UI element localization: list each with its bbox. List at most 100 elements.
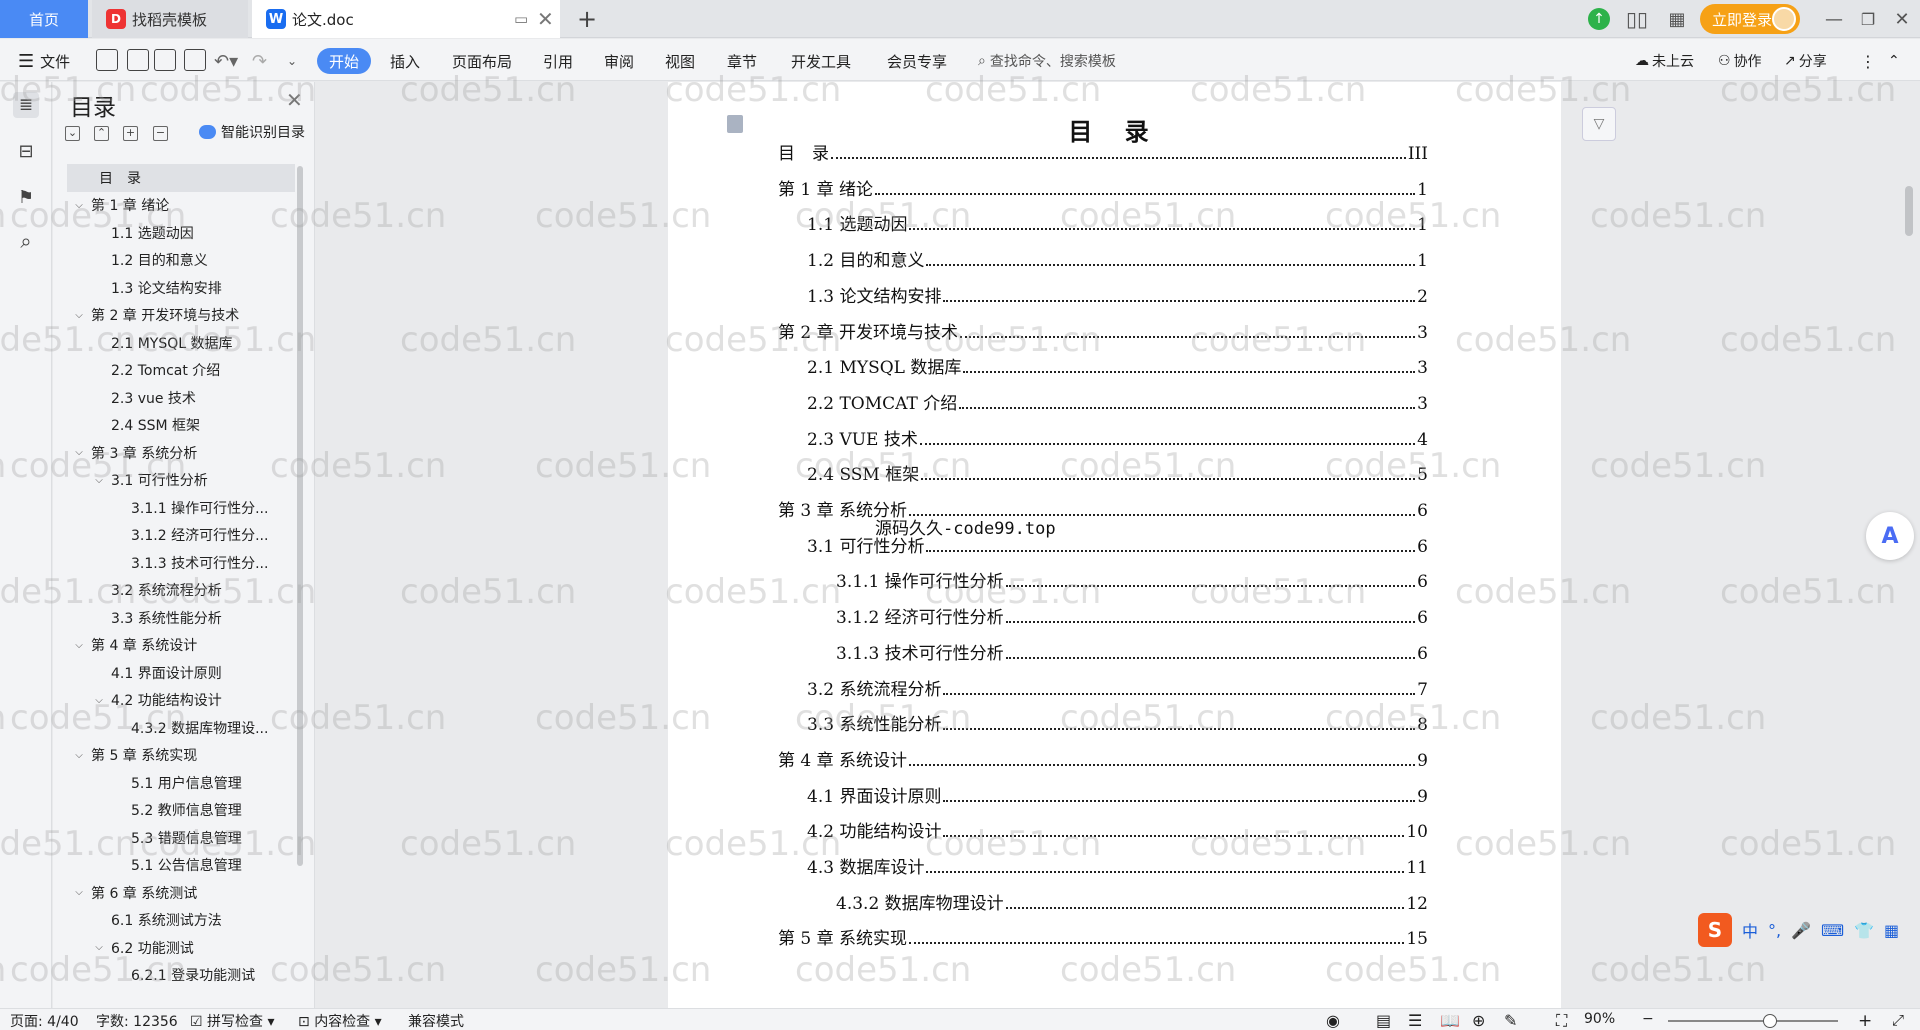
outline-item[interactable]: ⌵ 第 3 章 系统分析 <box>67 439 295 467</box>
pen-icon[interactable]: ✎ <box>1504 1011 1517 1030</box>
new-tab-button[interactable]: + <box>572 4 602 34</box>
skin-icon[interactable]: 👕 <box>1854 921 1874 940</box>
outline-icon[interactable]: ≣ <box>13 92 39 118</box>
tab-template-store[interactable]: D 找稻壳模板 <box>92 0 248 38</box>
sogou-logo-icon[interactable]: S <box>1698 913 1732 947</box>
mic-icon[interactable]: 🎤 <box>1791 921 1811 940</box>
print-preview-icon[interactable] <box>184 49 206 71</box>
toc-entry[interactable]: 4.1 界面设计原则 9 <box>807 783 1428 807</box>
collapse-up-icon[interactable]: ⌃ <box>94 126 109 141</box>
toc-entry[interactable]: 3.3 系统性能分析 8 <box>807 711 1428 735</box>
minimize-icon[interactable]: — <box>1822 6 1846 32</box>
outline-item[interactable]: 2.4 SSM 框架 <box>67 412 295 440</box>
share-button[interactable]: ↗ 分享 <box>1784 48 1827 74</box>
outline-item[interactable]: 5.3 错题信息管理 <box>67 824 295 852</box>
outline-item[interactable]: ⌵ 4.2 功能结构设计 <box>67 687 295 715</box>
quick-access-dropdown-icon[interactable]: ⌄ <box>287 48 297 74</box>
read-mode-icon[interactable]: 📖 <box>1440 1011 1460 1030</box>
toc-entry[interactable]: 2.2 TOMCAT 介绍 3 <box>807 390 1428 414</box>
outline-item[interactable]: ⌵ 3.1 可行性分析 <box>67 467 295 495</box>
toc-entry[interactable]: 4.2 功能结构设计 10 <box>807 818 1428 842</box>
smart-toc-button[interactable]: 智能识别目录 <box>199 122 305 142</box>
web-view-icon[interactable]: ⊕ <box>1472 1011 1485 1030</box>
chevron-down-icon[interactable]: ⌵ <box>93 942 105 953</box>
chevron-down-icon[interactable]: ⌵ <box>73 310 85 321</box>
chevron-down-icon[interactable]: ⌵ <box>93 695 105 706</box>
menu-start[interactable]: 开始 <box>317 48 372 74</box>
menu-insert[interactable]: 插入 <box>390 48 420 74</box>
toc-entry[interactable]: 2.3 VUE 技术 4 <box>807 426 1428 450</box>
save-icon[interactable] <box>96 49 118 71</box>
outline-scrollbar[interactable] <box>297 166 303 866</box>
chevron-down-icon[interactable]: ⌵ <box>73 200 85 211</box>
vertical-scrollbar[interactable] <box>1905 186 1913 236</box>
toc-entry[interactable]: 3.1.1 操作可行性分析 6 <box>836 568 1428 592</box>
word-count[interactable]: 字数: 12356 <box>96 1011 178 1030</box>
more-icon[interactable]: ⋮ <box>1860 48 1876 74</box>
keyboard-icon[interactable]: ⌨ <box>1821 921 1844 940</box>
outline-item[interactable]: 3.3 系统性能分析 <box>67 604 295 632</box>
outline-item[interactable]: 3.1.2 经济可行性分... <box>67 522 295 550</box>
apps-grid-icon[interactable]: ▦ <box>1664 6 1690 32</box>
toc-entry[interactable]: 3.1.2 经济可行性分析 6 <box>836 604 1428 628</box>
layout-icon[interactable]: ▯▯ <box>1622 6 1652 32</box>
chevron-down-icon[interactable]: ⌵ <box>73 750 85 761</box>
toc-entry[interactable]: 2.4 SSM 框架 5 <box>807 461 1428 485</box>
outline-item[interactable]: 6.2.1 登录功能测试 <box>67 962 295 990</box>
close-window-icon[interactable]: ✕ <box>1890 6 1914 32</box>
document-page[interactable]: 目 录 目 录 III 第 1 章 绪论 1 1.1 选题动因 1 1.2 目的和意义 1 1.… <box>668 82 1561 1008</box>
close-tab-icon[interactable]: ✕ <box>537 7 554 31</box>
toc-entry[interactable]: 第 2 章 开发环境与技术 3 <box>778 319 1428 343</box>
menu-review[interactable]: 审阅 <box>604 48 634 74</box>
collapse-all-icon[interactable]: − <box>153 126 168 141</box>
chevron-down-icon[interactable]: ⌵ <box>93 475 105 486</box>
tab-document[interactable]: W 论文.doc ▭ ✕ <box>252 0 560 38</box>
zoom-slider[interactable] <box>1668 1020 1838 1022</box>
collab-button[interactable]: ⚇ 协作 <box>1718 48 1762 74</box>
filter-icon[interactable]: ▽ <box>1582 107 1616 141</box>
undo-icon[interactable]: ↶▾ <box>214 48 238 74</box>
outline-item[interactable]: 1.1 选题动因 <box>67 219 295 247</box>
outline-item[interactable]: 6.1 系统测试方法 <box>67 907 295 935</box>
menu-chapter[interactable]: 章节 <box>727 48 757 74</box>
toc-entry[interactable]: 3.2 系统流程分析 7 <box>807 676 1428 700</box>
fit-page-icon[interactable]: ⛶ <box>1556 1011 1567 1030</box>
search-icon[interactable]: ⌕ <box>13 228 39 254</box>
outline-item[interactable]: ⌵ 6.2 功能测试 <box>67 934 295 962</box>
menu-page-layout[interactable]: 页面布局 <box>452 48 512 74</box>
upgrade-icon[interactable]: ↑ <box>1588 8 1610 30</box>
restore-icon[interactable]: ❐ <box>1856 6 1880 32</box>
spell-check-button[interactable]: ☑ 拼写检查 ▾ <box>190 1011 275 1030</box>
expand-down-icon[interactable]: ⌄ <box>65 126 80 141</box>
outline-item[interactable]: 4.3.2 数据库物理设... <box>67 714 295 742</box>
outline-item[interactable]: 2.1 MYSQL 数据库 <box>67 329 295 357</box>
menu-view[interactable]: 视图 <box>665 48 695 74</box>
toc-entry[interactable]: 3.1.3 技术可行性分析 6 <box>836 640 1428 664</box>
toc-entry[interactable]: 1.1 选题动因 1 <box>807 211 1428 235</box>
outline-item[interactable]: ⌵ 第 4 章 系统设计 <box>67 632 295 660</box>
menu-member[interactable]: 会员专享 <box>887 48 947 74</box>
zoom-out-icon[interactable]: − <box>1642 1011 1654 1027</box>
outline-item[interactable]: 1.2 目的和意义 <box>67 247 295 275</box>
outline-item[interactable]: ⌵ 第 5 章 系统实现 <box>67 742 295 770</box>
toc-entry[interactable]: 第 5 章 系统实现 15 <box>778 925 1428 949</box>
cloud-status[interactable]: ☁ 未上云 <box>1635 48 1694 74</box>
export-icon[interactable] <box>127 49 149 71</box>
zoom-in-icon[interactable]: + <box>1858 1011 1872 1030</box>
chevron-down-icon[interactable]: ⌵ <box>73 887 85 898</box>
toc-entry[interactable]: 第 1 章 绪论 1 <box>778 176 1428 200</box>
outline-item[interactable]: 3.1.1 操作可行性分... <box>67 494 295 522</box>
file-menu[interactable]: ☰ 文件 <box>18 48 70 74</box>
expand-all-icon[interactable]: + <box>123 126 138 141</box>
print-icon[interactable] <box>154 49 176 71</box>
outline-item[interactable]: 2.2 Tomcat 介绍 <box>67 357 295 385</box>
command-search[interactable]: ⌕ 查找命令、搜索模板 <box>978 48 1116 74</box>
outline-item[interactable]: 5.2 教师信息管理 <box>67 797 295 825</box>
outline-item[interactable]: ⌵ 第 6 章 系统测试 <box>67 879 295 907</box>
outline-item[interactable]: 目 录 <box>67 164 295 192</box>
toc-entry[interactable]: 4.3 数据库设计 11 <box>807 854 1428 878</box>
toc-entry[interactable]: 4.3.2 数据库物理设计 12 <box>836 890 1428 914</box>
chevron-down-icon[interactable]: ⌵ <box>73 640 85 651</box>
outline-view-icon[interactable]: ☰ <box>1408 1011 1422 1030</box>
eye-protection-icon[interactable]: ◉ <box>1326 1011 1340 1030</box>
